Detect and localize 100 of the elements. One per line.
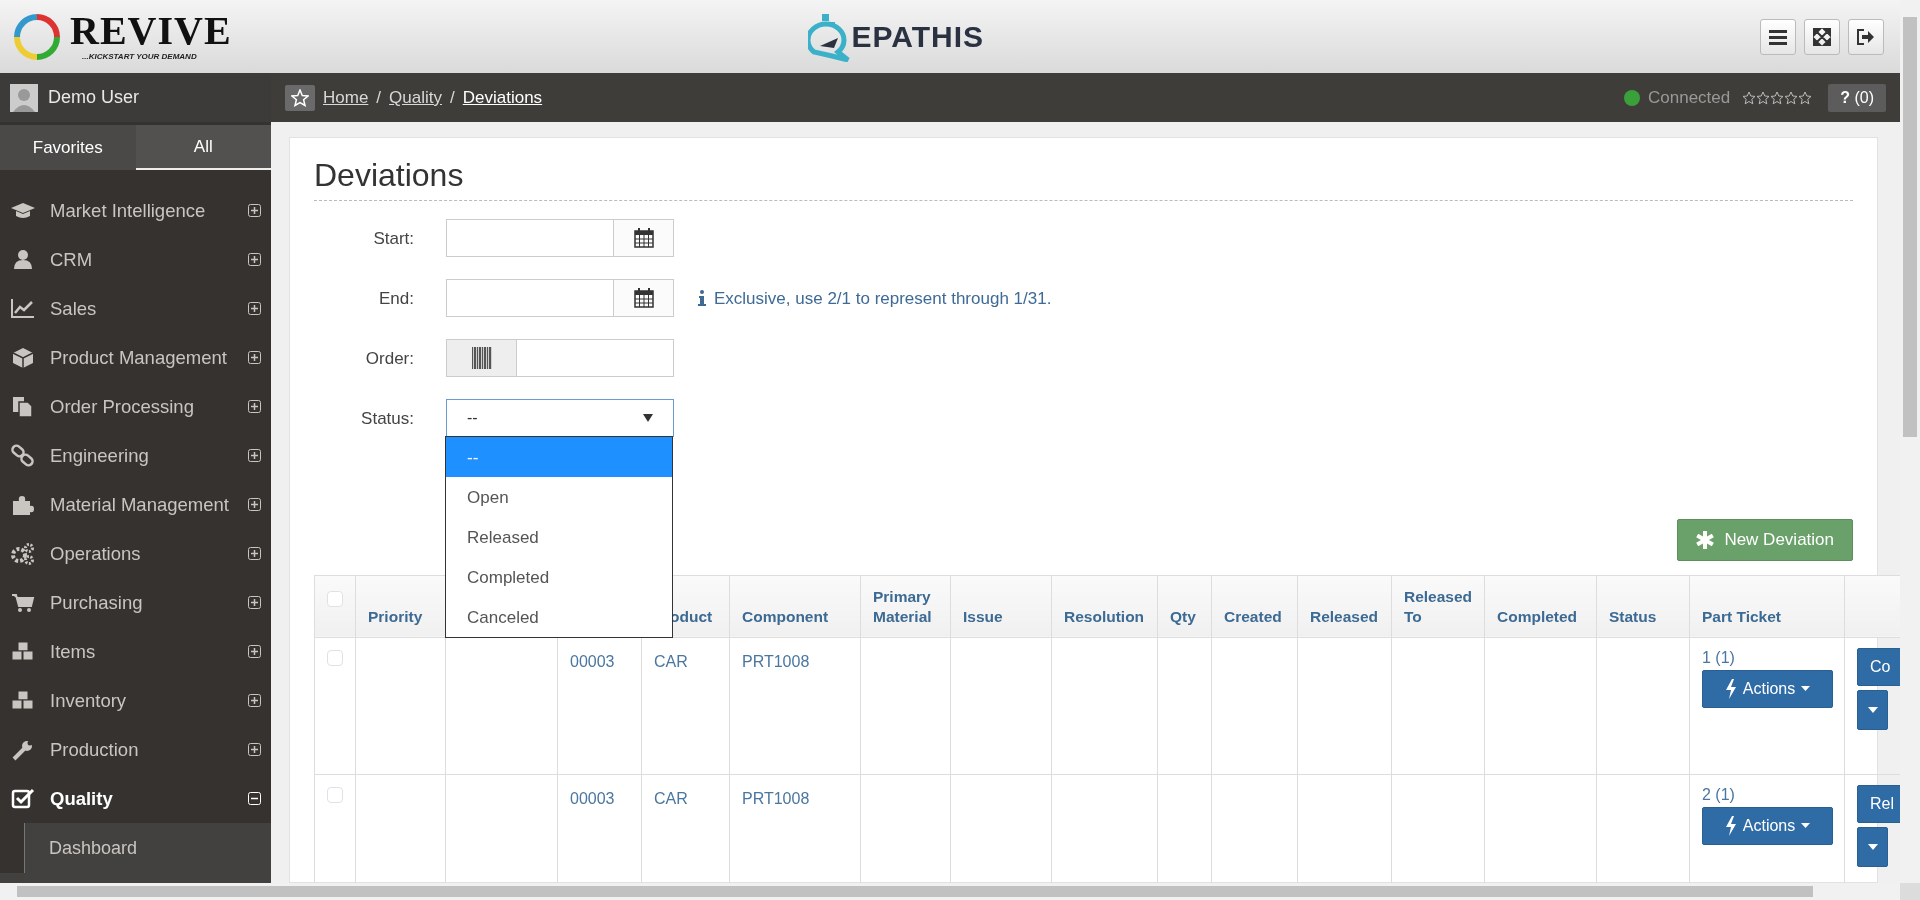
sidebar-item[interactable]: Order Processing [0,382,271,431]
status-select[interactable]: -- [446,399,674,438]
date-field[interactable] [446,219,674,258]
breadcrumb-link[interactable]: Home [323,84,369,111]
part-ticket-link[interactable]: 2 (1) [1702,782,1832,807]
menu-button[interactable] [1760,18,1796,55]
expand-icon [248,253,261,266]
expand-icon [248,302,261,315]
sidebar-tab[interactable]: All [135,125,271,170]
brand-name: REVIVE [70,10,232,51]
star-icon [291,88,309,107]
star-icon [1784,90,1799,105]
dropdown-toggle-button[interactable] [1857,689,1888,730]
expand-icon [248,351,261,364]
sidebar-subitem[interactable]: Dashboard [25,823,271,873]
sidebar-item[interactable]: Items [0,627,271,676]
sidebar-item[interactable]: Product Management [0,333,271,382]
star-rating[interactable] [1742,90,1813,105]
dropdown-list[interactable]: -- Open Released Completed Canceled [445,436,673,639]
part-ticket-link[interactable]: 1 (1) [1702,645,1832,670]
select-all-checkbox[interactable] [327,591,343,607]
table-link[interactable]: 00003 [570,789,615,807]
dropdown-toggle-button[interactable] [1857,826,1888,867]
field-label: Start: [372,227,414,250]
sidebar-item[interactable]: Operations [0,529,271,578]
star-icon [1742,90,1757,105]
table-link[interactable]: CAR [654,652,688,670]
sidebar-item[interactable]: Market Intelligence [0,186,271,235]
breadcrumb-separator: / [450,86,455,109]
calendar-icon[interactable] [633,228,654,249]
line-chart-icon [10,297,36,320]
expand-icon [248,694,261,707]
sidebar-item[interactable]: Sales [0,284,271,333]
avatar-icon [10,83,38,112]
breadcrumb-link[interactable]: Quality [389,84,442,111]
logo-mark-icon [807,11,852,62]
checkbox-check-icon [10,787,36,810]
user-name: Demo User [48,86,140,109]
row-checkbox[interactable] [327,649,343,666]
sidebar-item[interactable]: Production [0,725,271,774]
expand-icon [248,743,261,756]
expand-icon [248,547,261,560]
logo-text: EPATHIS [851,19,985,55]
table-link[interactable]: 00003 [570,652,615,670]
brand-tagline: ...KICKSTART YOUR DEMAND [82,50,198,63]
actions-button[interactable]: Actions [1702,669,1833,708]
breadcrumb-link[interactable]: Deviations [462,84,543,111]
sidebar-item[interactable]: Engineering [0,431,271,480]
dropdown-option[interactable]: Open [446,477,672,518]
chain-link-icon [10,444,36,467]
order-field[interactable] [446,339,674,378]
dropdown-option[interactable]: Canceled [446,597,672,638]
table-link[interactable]: PRT1008 [742,652,810,670]
dropdown-option[interactable]: -- [446,437,672,478]
breadcrumb-separator: / [376,86,382,109]
logout-button[interactable] [1848,18,1884,55]
table-link[interactable]: CAR [654,789,688,807]
star-icon [1798,90,1813,105]
page-title: Deviations [314,156,1853,202]
sidebar-item[interactable]: Quality [0,774,271,823]
fullscreen-button[interactable] [1804,18,1840,55]
sidebar-item[interactable]: Material Management [0,480,271,529]
puzzle-piece-icon [10,493,36,516]
calendar-icon[interactable] [633,288,654,309]
row-action-button[interactable]: Co [1857,647,1900,686]
scrollbar-thumb[interactable] [1903,17,1917,437]
actions-button[interactable]: Actions [1702,806,1833,845]
dropdown-option[interactable]: Completed [446,557,672,598]
sign-out-icon [1857,28,1875,45]
barcode-icon [471,347,492,370]
sidebar-item[interactable]: Inventory [0,676,271,725]
caret-down-icon [1867,706,1878,713]
star-icon [1756,90,1771,105]
field-label: End: [378,287,414,310]
collapse-icon [248,792,261,805]
expand-icon [248,449,261,462]
column-header[interactable]: Qty [1170,606,1199,627]
table-link[interactable]: PRT1008 [742,789,810,807]
circular-arrows-logo-icon [12,11,62,62]
scrollbar-thumb[interactable] [17,886,1813,897]
new-deviation-button[interactable]: New Deviation [1677,519,1853,561]
stacked-boxes-icon [10,689,36,712]
cube-icon [10,346,36,369]
date-field[interactable] [446,279,674,318]
caret-down-icon [643,414,653,423]
menu-icon [1769,28,1787,45]
stacked-boxes-icon [10,640,36,663]
dropdown-option[interactable]: Released [446,517,672,558]
caret-down-icon [1867,843,1878,850]
sidebar-item[interactable]: Purchasing [0,578,271,627]
sidebar-tab[interactable]: Favorites [0,125,136,170]
favorite-button[interactable] [285,84,315,111]
lightning-bolt-icon [1724,815,1737,836]
sidebar-item[interactable]: CRM [0,235,271,284]
help-button[interactable]: ? (0) [1828,83,1886,112]
connection-status: Connected [1648,86,1731,109]
row-checkbox[interactable] [327,786,343,803]
expand-icon [248,204,261,217]
row-action-button[interactable]: Rel [1857,784,1900,823]
info-icon [698,290,706,307]
